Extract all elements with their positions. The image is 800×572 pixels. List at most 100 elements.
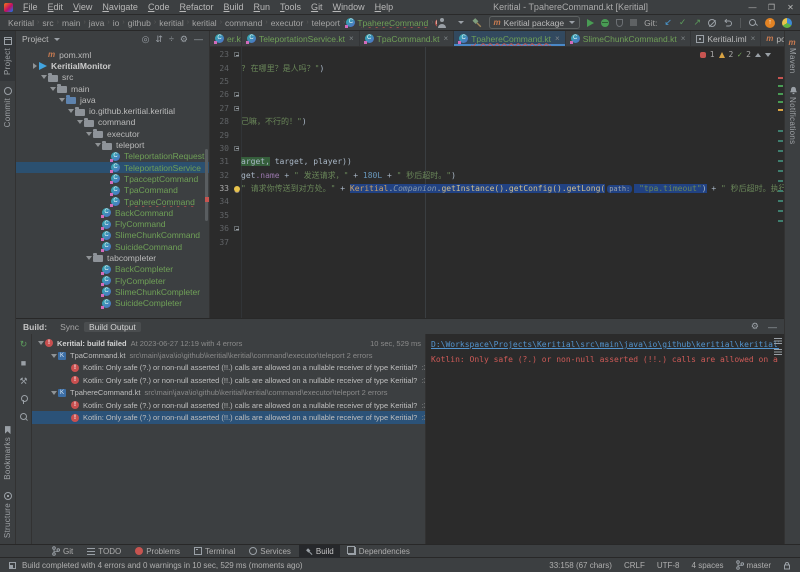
inspection-widget[interactable]: 1 2 ✓ 2 [700,50,771,59]
build-tree-row[interactable]: !Kotlin: Only safe (?.) or non-null asse… [32,399,425,411]
breadcrumb-item[interactable]: Keritial [6,18,36,28]
caret-position[interactable]: 33:158 (67 chars) [549,561,612,570]
git-branch-widget[interactable]: master [736,560,771,570]
toolwindow-button-dependencies[interactable]: Dependencies [342,545,416,558]
vcs-commit-check-icon[interactable]: ✓ [679,17,687,28]
next-problem-icon[interactable] [765,53,771,57]
maximize-icon[interactable] [762,3,781,12]
collapsed-chevron-icon[interactable] [31,63,39,69]
menu-file[interactable]: File [18,2,43,12]
expanded-chevron-icon[interactable] [49,354,58,358]
build-tree-row[interactable]: !Kotlin: Only safe (?.) or non-null asse… [32,362,425,374]
scroll-to-end-icon[interactable] [774,348,782,356]
sidebar-stripe-bookmarks[interactable]: Bookmarks [0,420,15,486]
close-icon[interactable] [781,3,800,12]
indent-select[interactable]: 4 spaces [692,561,724,570]
minimize-icon[interactable] [743,3,762,12]
breadcrumb-item[interactable]: teleport [310,18,342,28]
project-tree-item[interactable]: CFlyCompleter [16,275,209,286]
expand-all-icon[interactable]: ⇵ [155,34,163,45]
expanded-chevron-icon[interactable] [58,98,66,102]
menu-window[interactable]: Window [328,2,370,12]
hide-panel-icon[interactable]: — [194,34,203,44]
expanded-chevron-icon[interactable] [49,87,57,91]
previous-problem-icon[interactable] [755,53,761,57]
breadcrumb-item[interactable]: keritial [157,18,186,28]
breadcrumb-item[interactable]: keritial [190,18,219,28]
fold-marker-icon[interactable] [234,106,239,111]
locate-file-icon[interactable]: ◎ [142,34,150,45]
build-tab-build-output[interactable]: Build Output [84,322,141,332]
hide-panel-icon[interactable]: — [768,322,777,332]
menu-refactor[interactable]: Refactor [174,2,218,12]
code-editor[interactable]: 2324? 在哪里？是人吗？")25262728己嘛，不行的！")293031a… [210,47,784,318]
rerun-build-icon[interactable]: ↻ [20,339,28,350]
inspect-icon[interactable] [19,412,29,422]
toolwindow-button-build[interactable]: Build [299,545,340,558]
run-configuration-select[interactable]: m Keritial package [489,16,581,29]
write-access-lock-icon[interactable] [783,561,791,570]
gear-icon[interactable]: ⚙ [180,34,188,45]
console-file-link[interactable]: D:\Workspace\Projects\Keritial\src\main\… [431,338,779,353]
breadcrumb-item[interactable]: java [87,18,107,28]
editor-tab[interactable]: CTpaCommand.kt [360,31,455,46]
project-tree-item[interactable]: java [16,94,209,105]
project-tree-item[interactable]: CSuicideCommand [16,241,209,252]
gear-icon[interactable]: ⚙ [751,321,759,332]
project-tree-item[interactable]: CTpacceptCommand [16,173,209,184]
vcs-push-icon[interactable]: ↗ [693,17,701,28]
sidebar-stripe-project[interactable]: Project [0,31,15,81]
editor-tab[interactable]: CSlimeChunkCommand.kt [566,31,692,46]
editor-tab[interactable]: Keritial.iml [691,31,761,46]
project-tree-item[interactable]: teleport [16,139,209,150]
project-tree-item[interactable]: main [16,83,209,94]
close-tab-icon[interactable] [349,34,354,43]
project-tree-item[interactable]: src [16,72,209,83]
project-tree-item[interactable]: KeritialMonitor [16,60,209,71]
project-tree-item[interactable]: executor [16,128,209,139]
pin-icon[interactable] [20,395,28,404]
project-tree-item[interactable]: mpom.xml [16,49,209,60]
build-tree-row[interactable]: KTpahereCommand.ktsrc\main\java\io\githu… [32,387,425,399]
close-tab-icon[interactable] [751,34,756,43]
expanded-chevron-icon[interactable] [85,132,93,136]
expanded-chevron-icon[interactable] [40,75,48,79]
build-tree-row[interactable]: !Kotlin: Only safe (?.) or non-null asse… [32,411,425,423]
debug-button[interactable] [601,19,609,27]
project-tree-item[interactable]: CSuicideCompleter [16,298,209,309]
close-tab-icon[interactable] [681,34,686,43]
fold-marker-icon[interactable] [234,226,239,231]
expanded-chevron-icon[interactable] [36,341,45,345]
close-tab-icon[interactable] [444,34,449,43]
breadcrumb-item[interactable]: executor [269,18,306,28]
build-tree-row[interactable]: !Kotlin: Only safe (?.) or non-null asse… [32,374,425,386]
build-tree-row[interactable]: !Keritial: build failedAt 2023-06-27 12:… [32,337,425,349]
sidebar-stripe-maven[interactable]: mMaven [785,31,800,80]
project-tree-item[interactable]: CTpahereCommand [16,196,209,207]
project-tree-item[interactable]: CTpaCommand [16,185,209,196]
expanded-chevron-icon[interactable] [76,120,84,124]
toolwindow-button-services[interactable]: Services [243,545,297,558]
intention-bulb-icon[interactable] [234,186,240,192]
stop-button[interactable] [630,19,637,26]
breadcrumb-item[interactable]: io [111,18,122,28]
breadcrumb-item[interactable]: main [60,18,82,28]
project-tree-item[interactable]: command [16,117,209,128]
fold-marker-icon[interactable] [234,52,239,57]
menu-code[interactable]: Code [143,2,175,12]
sidebar-stripe-notifications[interactable]: Notifications [785,80,800,150]
chevron-down-icon[interactable] [458,21,464,24]
editor-error-stripe[interactable] [776,47,784,318]
build-console[interactable]: D:\Workspace\Projects\Keritial\src\main\… [425,334,784,544]
menu-git[interactable]: Git [306,2,328,12]
menu-view[interactable]: View [68,2,97,12]
project-tree-item[interactable]: tabcompleter [16,252,209,263]
chevron-down-icon[interactable] [54,38,60,41]
toolwindow-button-problems[interactable]: Problems [129,545,186,558]
sidebar-stripe-structure[interactable]: Structure [0,486,15,544]
project-tree-item[interactable]: io.github.keritial.keritial [16,105,209,116]
breadcrumb-class[interactable]: TpahereCommand [355,18,430,28]
expanded-chevron-icon[interactable] [94,143,102,147]
vcs-rollback-icon[interactable] [708,19,716,27]
menu-navigate[interactable]: Navigate [97,2,143,12]
